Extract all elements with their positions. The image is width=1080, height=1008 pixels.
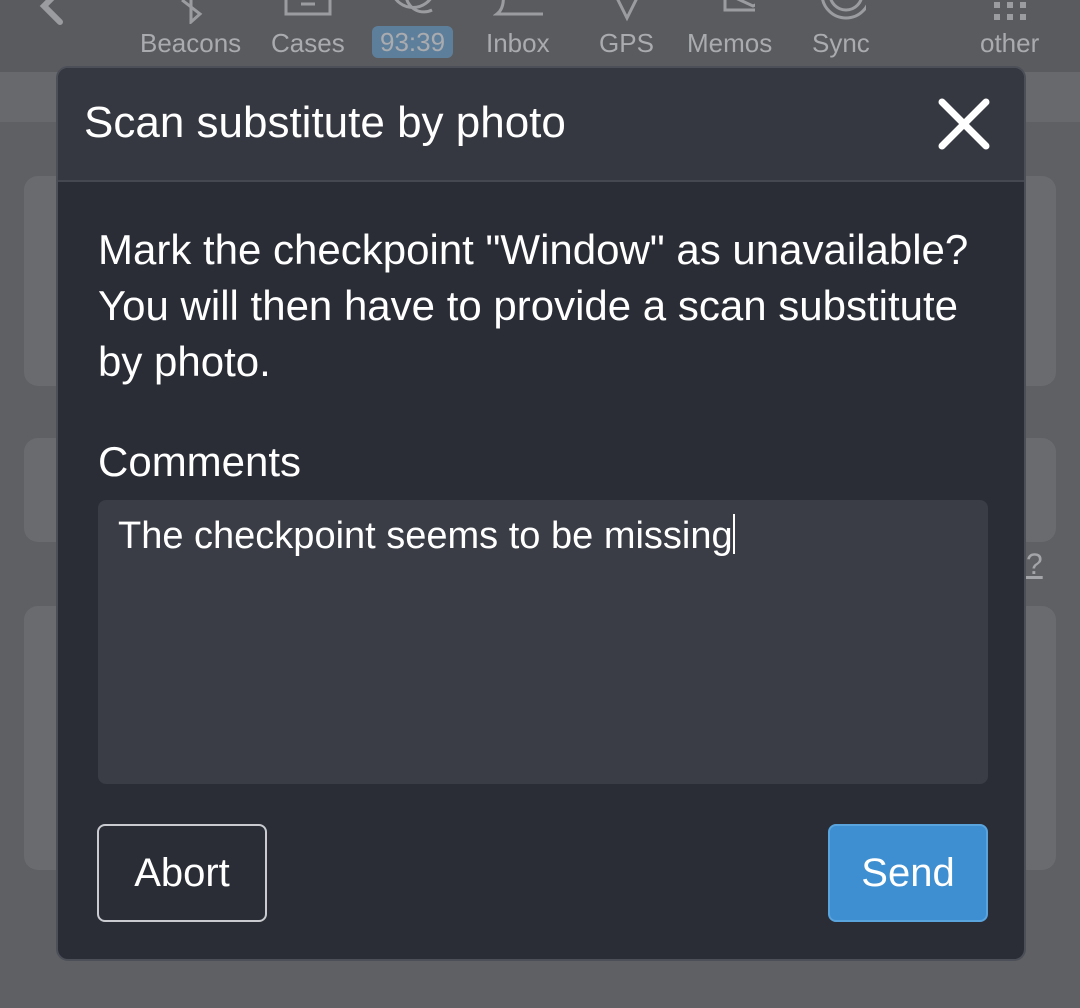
toolbar-label: Sync bbox=[812, 28, 870, 58]
dialog-message: Mark the checkpoint "Window" as unavaila… bbox=[98, 226, 969, 385]
send-button[interactable]: Send bbox=[828, 824, 988, 922]
help-link[interactable]: ? bbox=[1026, 548, 1043, 582]
comments-text: The checkpoint seems to be missing bbox=[118, 515, 733, 557]
comments-textarea[interactable]: The checkpoint seems to be missing bbox=[98, 500, 988, 784]
dialog-header: Scan substitute by photo bbox=[58, 68, 1024, 182]
toolbar-label: other bbox=[980, 28, 1040, 58]
mail-icon bbox=[723, 0, 755, 12]
case-icon bbox=[284, 0, 332, 16]
close-icon[interactable] bbox=[936, 96, 992, 152]
bluetooth-icon bbox=[180, 0, 202, 24]
dialog-title: Scan substitute by photo bbox=[84, 98, 566, 147]
abort-button[interactable]: Abort bbox=[97, 824, 267, 922]
toolbar-item-sync[interactable]: Sync bbox=[812, 0, 870, 72]
sync-icon bbox=[821, 0, 866, 20]
grid-icon bbox=[993, 2, 1026, 20]
toolbar-item-memos[interactable]: Memos bbox=[687, 0, 772, 72]
toolbar-label: Memos bbox=[687, 28, 773, 58]
comments-label: Comments bbox=[98, 438, 302, 485]
toolbar-item-timer[interactable]: 93:39 bbox=[372, 0, 454, 72]
toolbar-label: GPS bbox=[599, 28, 654, 58]
scan-substitute-dialog: Scan substitute by photo Mark the checkp… bbox=[56, 66, 1026, 961]
toolbar-item-beacons[interactable]: Beacons bbox=[140, 0, 241, 72]
toolbar-item-inbox[interactable]: Inbox bbox=[486, 0, 550, 72]
top-toolbar: Beacons Cases 93:39 Inbox GPS Memos Sync… bbox=[0, 0, 1080, 72]
toolbar-item-other[interactable]: other bbox=[980, 0, 1039, 72]
text-caret bbox=[732, 514, 735, 554]
toolbar-item-cases[interactable]: Cases bbox=[271, 0, 345, 72]
toolbar-label: Cases bbox=[271, 28, 345, 58]
toolbar-label: Inbox bbox=[486, 28, 550, 58]
location-icon bbox=[616, 0, 639, 22]
timer-badge: 93:39 bbox=[372, 26, 454, 58]
toolbar-label: Beacons bbox=[140, 28, 242, 58]
chevron-left-icon[interactable] bbox=[28, 0, 72, 30]
toolbar-item-gps[interactable]: GPS bbox=[599, 0, 654, 72]
timer-icon bbox=[394, 0, 433, 14]
bell-icon bbox=[492, 0, 543, 16]
